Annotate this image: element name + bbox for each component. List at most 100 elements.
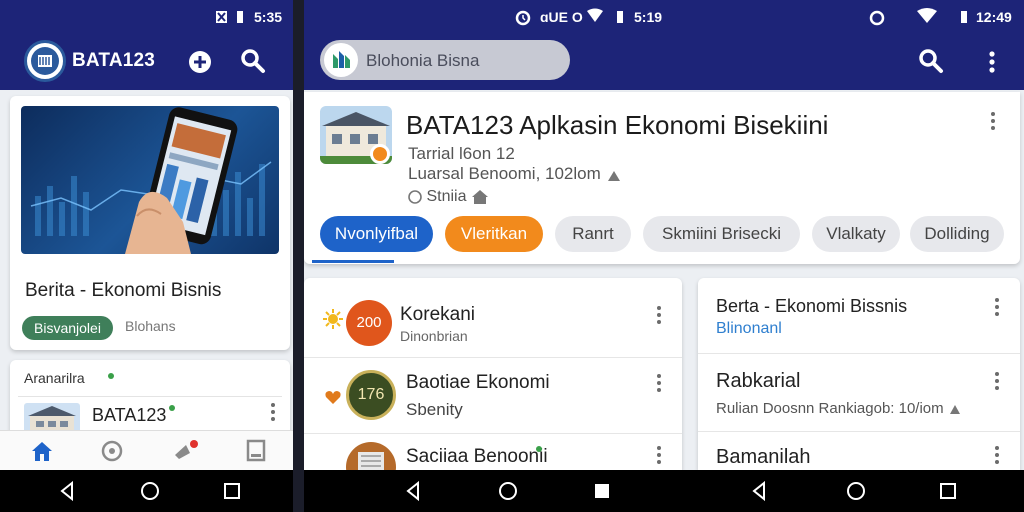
recents-icon bbox=[224, 483, 240, 499]
chip-3[interactable]: Skmiini Brisecki bbox=[643, 216, 800, 252]
app-meta-secondary: Stniia bbox=[408, 188, 489, 206]
home-tab[interactable] bbox=[30, 439, 54, 468]
library-tab[interactable] bbox=[245, 439, 267, 468]
notifications-tab[interactable] bbox=[172, 439, 200, 468]
status-bar: ɑUE O 5:19 12:49 bbox=[304, 0, 1024, 34]
more-options-icon[interactable] bbox=[656, 372, 662, 394]
status-time-right: 12:49 bbox=[976, 9, 1012, 25]
bottom-navigation bbox=[0, 430, 293, 470]
recents-icon bbox=[595, 484, 609, 498]
recents-button[interactable] bbox=[938, 479, 962, 503]
topic-badge: 176 bbox=[346, 370, 396, 420]
alarm-icon bbox=[514, 8, 532, 29]
more-options-icon[interactable] bbox=[994, 296, 1000, 318]
home-small-icon bbox=[471, 189, 488, 204]
search-icon bbox=[241, 49, 265, 73]
list-item[interactable]: 200 Korekani Dinonbrian bbox=[304, 278, 682, 358]
status-bar: 5:35 bbox=[0, 0, 293, 34]
list-item-subtitle[interactable]: Blinonanl bbox=[716, 320, 782, 338]
list-item[interactable]: Berta - Ekonomi Bissnis Blinonanl bbox=[698, 278, 1020, 354]
recents-button[interactable] bbox=[592, 479, 616, 503]
status-dot bbox=[108, 373, 114, 379]
chip-0[interactable]: Nvonlyifbal bbox=[320, 216, 433, 252]
home-button[interactable] bbox=[496, 479, 520, 503]
app-meta: Luarsal Benoomi, 102lom bbox=[408, 164, 624, 184]
category-secondary: Blohans bbox=[125, 318, 176, 334]
category-tag[interactable]: Bisvanjolei bbox=[22, 316, 113, 340]
wifi-icon bbox=[916, 8, 938, 27]
chip-2[interactable]: Ranrt bbox=[555, 216, 631, 252]
app-header-card: BATA123 Aplkasin Ekonomi Bisekiini Tarri… bbox=[304, 92, 1020, 264]
plus-icon bbox=[189, 51, 211, 73]
overflow-menu-button[interactable] bbox=[988, 50, 996, 79]
system-navigation-bar bbox=[0, 470, 293, 512]
list-item-title: Berta - Ekonomi Bissnis bbox=[716, 296, 908, 316]
app-subtitle: Tarrial l6on 12 bbox=[408, 144, 515, 163]
search-icon bbox=[919, 49, 943, 73]
status-center-label: ɑUE O bbox=[540, 9, 583, 25]
list-item-subtitle: Dinonbrian bbox=[400, 328, 468, 344]
more-options-icon[interactable] bbox=[656, 304, 662, 326]
more-options-icon[interactable] bbox=[994, 370, 1000, 392]
list-item-subtitle-text: Rulian Doosnn Rankiagob: 10/iom bbox=[716, 400, 944, 417]
feature-news-card[interactable]: Berita - Ekonomi Bisnis Bisvanjolei Bloh… bbox=[10, 96, 290, 350]
battery-icon bbox=[236, 10, 244, 27]
search-logo bbox=[324, 43, 358, 77]
megaphone-icon bbox=[175, 440, 198, 459]
share-icon bbox=[607, 170, 620, 181]
back-button[interactable] bbox=[750, 479, 774, 503]
more-options-icon[interactable] bbox=[656, 444, 662, 466]
list-item-subtitle: Rulian Doosnn Rankiagob: 10/iom bbox=[716, 400, 964, 417]
app-badge bbox=[370, 144, 390, 164]
more-vertical-icon bbox=[989, 51, 995, 73]
news-list-card: Berta - Ekonomi Bissnis Blinonanl Rabkar… bbox=[698, 278, 1020, 470]
alarm-icon bbox=[868, 8, 886, 29]
app-title: BATA123 Aplkasin Ekonomi Bisekiini bbox=[406, 110, 829, 140]
list-item[interactable]: 176 Baotiae Ekonomi Sbenity bbox=[304, 358, 682, 434]
list-item-title: Baotiae Ekonomi bbox=[406, 372, 550, 393]
search-button[interactable] bbox=[918, 48, 944, 79]
list-item[interactable]: Bamanilah bbox=[698, 432, 1020, 470]
list-item-title: Bamanilah bbox=[716, 446, 811, 468]
search-placeholder: Blohonia Bisna bbox=[366, 51, 480, 70]
explore-tab[interactable] bbox=[100, 439, 124, 468]
chip-1[interactable]: Vleritkan bbox=[445, 216, 543, 252]
back-icon bbox=[752, 480, 765, 502]
back-icon bbox=[406, 480, 419, 502]
more-options-icon[interactable] bbox=[994, 444, 1000, 466]
search-bar[interactable]: Blohonia Bisna bbox=[320, 40, 570, 80]
battery-icon bbox=[960, 10, 968, 27]
list-item[interactable]: Saciiaa Benoonii bbox=[304, 434, 682, 470]
chip-5[interactable]: Dolliding bbox=[910, 216, 1004, 252]
compass-icon bbox=[101, 440, 123, 462]
list-item-title: Rabkarial bbox=[716, 370, 801, 392]
system-navigation-bar bbox=[304, 470, 1024, 512]
list-item-title: Saciiaa Benoonii bbox=[406, 446, 548, 467]
home-circle-icon bbox=[499, 482, 517, 500]
list-item-title: Korekani bbox=[400, 304, 475, 325]
status-dot bbox=[536, 446, 542, 452]
recents-button[interactable] bbox=[222, 479, 246, 503]
search-button[interactable] bbox=[240, 48, 266, 79]
right-phone-screen: ɑUE O 5:19 12:49 Blohonia Bisna BATA123 … bbox=[304, 0, 1024, 512]
more-options-icon[interactable] bbox=[270, 401, 276, 423]
app-meta-text: Luarsal Benoomi, 102lom bbox=[408, 164, 601, 183]
home-button[interactable] bbox=[844, 479, 868, 503]
home-button[interactable] bbox=[138, 479, 162, 503]
add-button[interactable] bbox=[188, 50, 212, 79]
signal-icon bbox=[214, 9, 234, 28]
back-button[interactable] bbox=[404, 479, 428, 503]
home-icon bbox=[32, 442, 52, 461]
more-options-icon[interactable] bbox=[990, 110, 996, 132]
topic-badge: 200 bbox=[346, 300, 392, 346]
chip-4[interactable]: Vlalkaty bbox=[812, 216, 900, 252]
feature-title: Berita - Ekonomi Bisnis bbox=[25, 280, 222, 301]
back-button[interactable] bbox=[58, 479, 82, 503]
list-item-subtitle: Sbenity bbox=[406, 400, 463, 419]
list-item-thumbnail bbox=[346, 442, 396, 470]
section-card: Aranarilra BATA123 bbox=[10, 360, 290, 440]
section-title: Aranarilra bbox=[24, 370, 85, 386]
wifi-icon bbox=[586, 8, 604, 27]
list-item[interactable]: Rabkarial Rulian Doosnn Rankiagob: 10/io… bbox=[698, 354, 1020, 432]
app-logo[interactable] bbox=[24, 40, 66, 82]
